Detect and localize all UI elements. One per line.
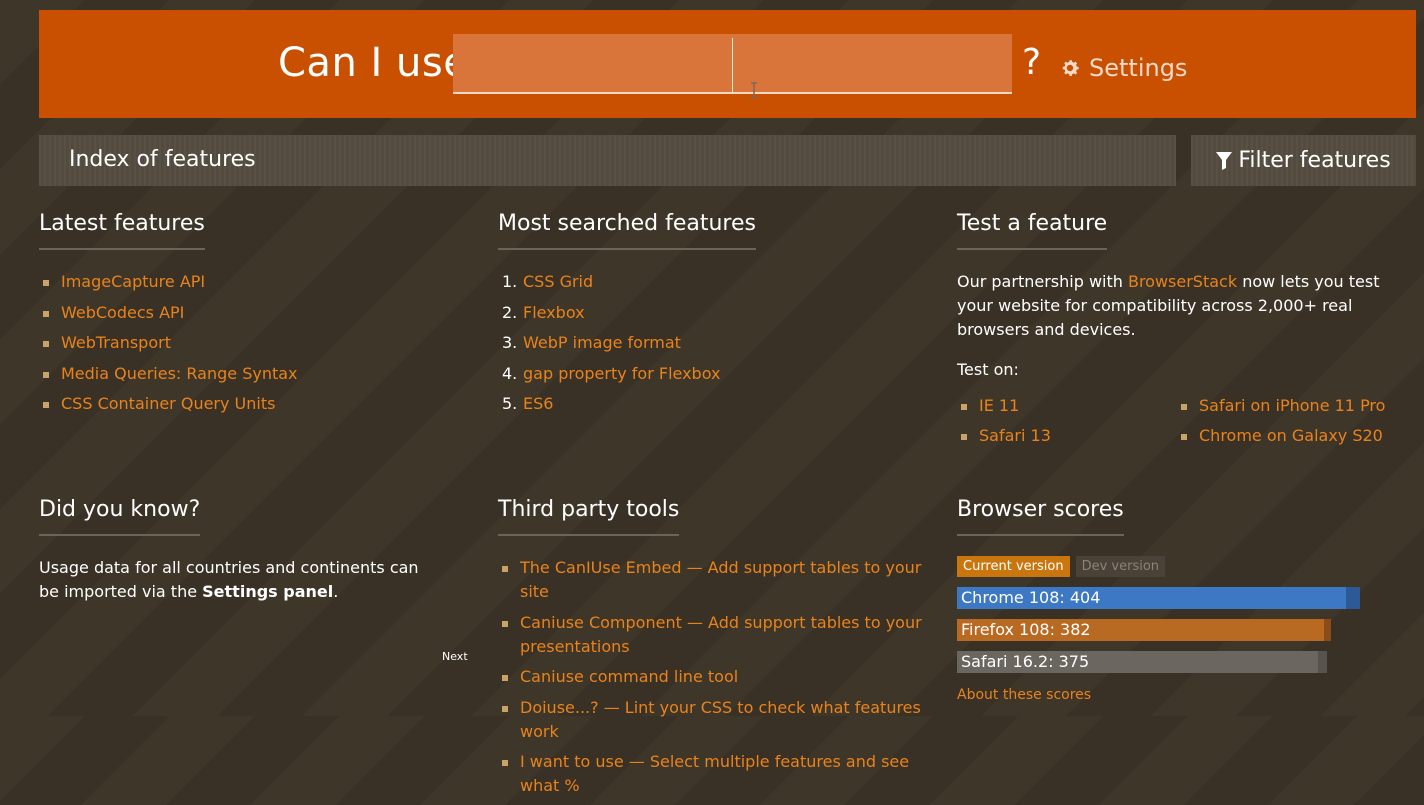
- list-item[interactable]: 1. CSS Grid: [498, 270, 928, 294]
- gear-icon: [1062, 60, 1079, 76]
- section-title: Third party tools: [498, 497, 680, 536]
- test-browser-link[interactable]: IE 11: [979, 396, 1019, 415]
- text-segment: Our partnership with: [957, 272, 1128, 291]
- did-you-know-section: Did you know? Usage data for all countri…: [39, 497, 439, 604]
- ibeam-cursor-icon: [751, 82, 757, 98]
- tool-link[interactable]: Caniuse Component — Add support tables t…: [520, 613, 922, 656]
- feature-link[interactable]: WebCodecs API: [61, 303, 184, 322]
- list-item[interactable]: The CanIUse Embed — Add support tables t…: [498, 556, 938, 604]
- question-mark: ?: [1022, 42, 1042, 83]
- section-title: Latest features: [39, 211, 205, 250]
- filter-label: Filter features: [1238, 148, 1391, 173]
- list-item[interactable]: WebTransport: [39, 331, 459, 355]
- section-title: Test a feature: [957, 211, 1108, 250]
- list-item[interactable]: 4. gap property for Flexbox: [498, 362, 928, 386]
- score-bars: Chrome 108: 404 Firefox 108: 382 Safari …: [957, 587, 1361, 673]
- list-item[interactable]: Caniuse Component — Add support tables t…: [498, 611, 938, 659]
- text-segment: .: [333, 582, 339, 601]
- feature-link[interactable]: Flexbox: [523, 303, 585, 322]
- settings-label: Settings: [1089, 54, 1188, 82]
- index-title: Index of features: [69, 147, 256, 172]
- rank-number: 4.: [502, 363, 518, 383]
- score-bar-label: Chrome 108: 404: [961, 588, 1101, 607]
- list-item[interactable]: Safari on iPhone 11 Pro: [1177, 394, 1397, 418]
- index-of-features-bar[interactable]: Index of features: [39, 135, 1176, 186]
- rank-number: 3.: [502, 333, 518, 352]
- section-title: Browser scores: [957, 497, 1124, 536]
- about-scores-text[interactable]: About these scores: [957, 687, 1091, 703]
- filter-features-button[interactable]: Filter features: [1191, 135, 1416, 186]
- feature-link[interactable]: CSS Grid: [523, 272, 593, 291]
- list-item[interactable]: 2. Flexbox: [498, 301, 928, 325]
- feature-link[interactable]: CSS Container Query Units: [61, 394, 275, 413]
- list-item[interactable]: 5. ES6: [498, 392, 928, 416]
- section-title: Most searched features: [498, 211, 756, 250]
- test-browser-link[interactable]: Safari on iPhone 11 Pro: [1199, 396, 1385, 415]
- filter-icon: [1216, 151, 1233, 170]
- list-item[interactable]: Chrome on Galaxy S20: [1177, 424, 1397, 448]
- list-item[interactable]: 3. WebP image format: [498, 331, 928, 355]
- rank-number: 5.: [502, 394, 518, 413]
- tip-text: Usage data for all countries and contine…: [39, 556, 439, 604]
- tool-link[interactable]: The CanIUse Embed — Add support tables t…: [520, 558, 921, 601]
- settings-button[interactable]: Settings: [1059, 54, 1187, 82]
- tool-link[interactable]: Caniuse command line tool: [520, 667, 738, 686]
- partnership-text: Our partnership with BrowserStack now le…: [957, 270, 1397, 342]
- test-browser-link[interactable]: Safari 13: [979, 426, 1051, 445]
- feature-link[interactable]: gap property for Flexbox: [523, 364, 720, 383]
- score-bar-label: Safari 16.2: 375: [961, 652, 1090, 671]
- feature-link[interactable]: ImageCapture API: [61, 272, 205, 291]
- third-party-tools-section: Third party tools The CanIUse Embed — Ad…: [498, 497, 938, 805]
- tab-current-version[interactable]: Current version: [957, 556, 1070, 577]
- list-item[interactable]: CSS Container Query Units: [39, 392, 459, 416]
- browserstack-link[interactable]: BrowserStack: [1128, 272, 1237, 291]
- rank-number: 2.: [502, 302, 518, 322]
- feature-link[interactable]: WebTransport: [61, 333, 171, 352]
- rank-number: 1.: [502, 272, 518, 291]
- list-item[interactable]: Caniuse command line tool: [498, 665, 938, 689]
- list-item[interactable]: Media Queries: Range Syntax: [39, 362, 459, 386]
- feature-link[interactable]: ES6: [523, 394, 553, 413]
- list-item[interactable]: IE 11: [957, 394, 1177, 418]
- version-tabs: Current version Dev version: [957, 556, 1361, 577]
- list-item[interactable]: I want to use — Select multiple features…: [498, 750, 938, 798]
- about-scores-link[interactable]: About these scores: [957, 687, 1361, 703]
- test-feature-section: Test a feature Our partnership with Brow…: [957, 211, 1397, 448]
- site-title[interactable]: Can I use: [278, 40, 468, 86]
- test-on-label: Test on:: [957, 360, 1019, 379]
- list-item[interactable]: Doiuse...? — Lint your CSS to check what…: [498, 696, 938, 744]
- tab-dev-version[interactable]: Dev version: [1075, 556, 1166, 577]
- score-bar[interactable]: Firefox 108: 382: [957, 619, 1361, 641]
- settings-panel-emphasis: Settings panel: [202, 582, 334, 601]
- feature-link[interactable]: Media Queries: Range Syntax: [61, 364, 298, 383]
- list-item[interactable]: Safari 13: [957, 424, 1177, 448]
- most-searched-section: Most searched features 1. CSS Grid 2. Flex…: [498, 211, 928, 423]
- score-bar[interactable]: Safari 16.2: 375: [957, 651, 1361, 673]
- tool-link[interactable]: Doiuse...? — Lint your CSS to check what…: [520, 698, 921, 741]
- score-bar[interactable]: Chrome 108: 404: [957, 587, 1361, 609]
- text-cursor: [732, 38, 733, 92]
- test-browser-link[interactable]: Chrome on Galaxy S20: [1199, 426, 1383, 445]
- header-banner: Can I use ? Settings: [39, 10, 1416, 118]
- section-title: Did you know?: [39, 497, 201, 536]
- latest-features-section: Latest features ImageCapture API WebCode…: [39, 211, 459, 423]
- browser-scores-section: Browser scores Current version Dev versi…: [957, 497, 1361, 703]
- list-item[interactable]: WebCodecs API: [39, 301, 459, 325]
- next-tip-button[interactable]: Next: [442, 650, 468, 663]
- test-browser-list: IE 11 Safari on iPhone 11 Pro Safari 13 …: [957, 394, 1397, 448]
- tool-link[interactable]: I want to use — Select multiple features…: [520, 752, 909, 795]
- list-item[interactable]: ImageCapture API: [39, 270, 459, 294]
- feature-link[interactable]: WebP image format: [523, 333, 681, 352]
- score-bar-label: Firefox 108: 382: [961, 620, 1091, 639]
